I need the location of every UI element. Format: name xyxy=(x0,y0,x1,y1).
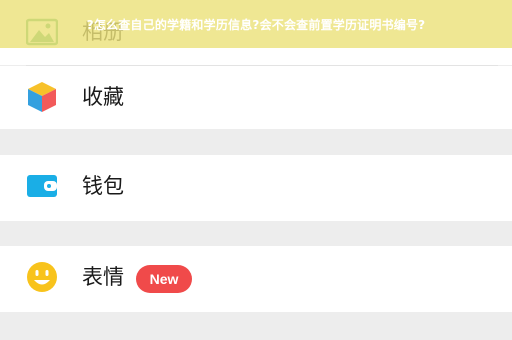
menu-item-label: 收藏 xyxy=(82,85,124,109)
new-badge: New xyxy=(136,265,192,293)
menu-item-favorites[interactable]: 收藏 xyxy=(0,66,512,129)
cube-icon xyxy=(26,81,58,113)
banner-title: ?怎么查自己的学籍和学历信息?会不会查前置学历证明书编号? xyxy=(86,18,426,32)
menu-item-label: 钱包 xyxy=(82,174,124,198)
wallet-icon xyxy=(26,170,58,202)
smiley-icon xyxy=(26,261,58,293)
title-banner: ?怎么查自己的学籍和学历信息?会不会查前置学历证明书编号? xyxy=(0,0,512,48)
menu-item-label: 表情 xyxy=(82,265,124,289)
menu-item-stickers[interactable]: 表情 New xyxy=(0,246,512,312)
menu-item-wallet[interactable]: 钱包 xyxy=(0,155,512,221)
